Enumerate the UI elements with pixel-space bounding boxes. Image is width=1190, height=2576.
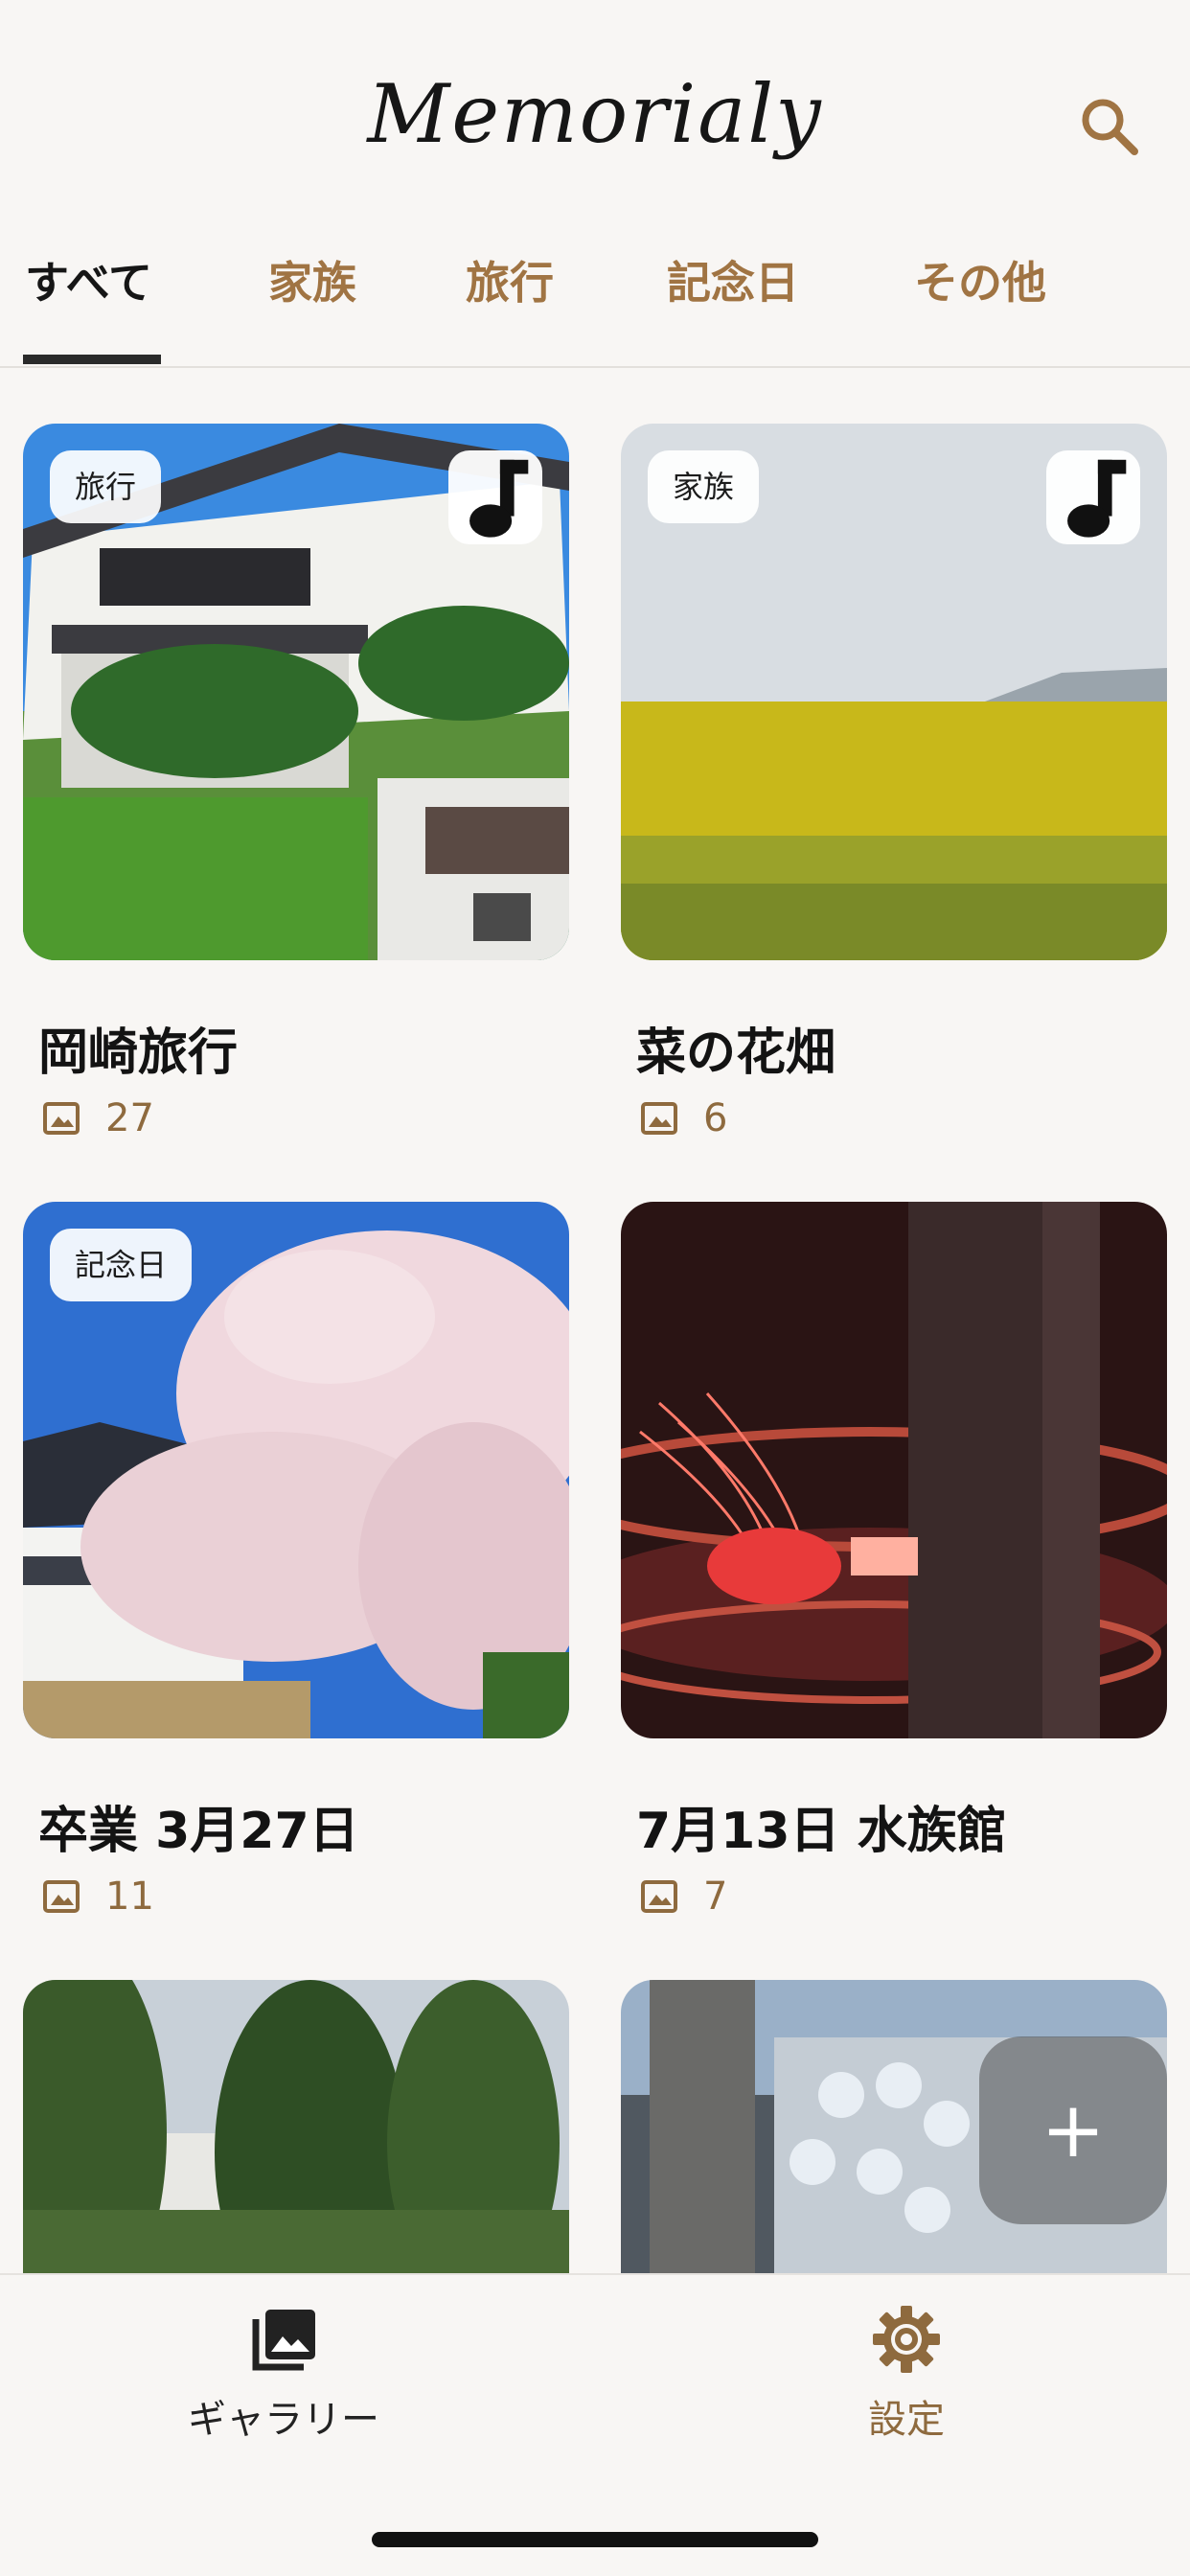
nav-gallery-label: ギャラリー: [188, 2398, 379, 2442]
album-cover-photo[interactable]: 記念日: [23, 1202, 569, 1738]
album-title: 7月13日 水族館: [636, 1803, 1007, 1860]
album-title: 岡崎旅行: [38, 1024, 239, 1082]
image-icon: [641, 1880, 677, 1913]
tab-anniversary[interactable]: 記念日: [667, 249, 799, 355]
category-badge: 旅行: [50, 450, 162, 523]
image-icon: [641, 1102, 677, 1135]
photo-count-value: 7: [703, 1874, 728, 1919]
search-icon: [1082, 99, 1138, 155]
gallery-icon: [252, 2310, 315, 2371]
music-note-icon: [469, 459, 529, 538]
jellyfish-photo: [621, 1202, 1167, 1738]
category-badge: 家族: [648, 450, 760, 523]
active-tab-indicator: [23, 355, 161, 364]
nav-settings-label: 設定: [868, 2398, 945, 2442]
album-cover-photo[interactable]: [23, 1980, 569, 2273]
add-album-button[interactable]: +: [979, 2036, 1167, 2224]
album-grid: 旅行 岡崎旅行 27 家族 菜の花畑 6 記念日 卒業 3月27日 11 7月1…: [0, 370, 1190, 2273]
photo-count: 27: [38, 1094, 154, 1142]
album-card[interactable]: 旅行 岡崎旅行 27: [23, 424, 569, 1152]
photo-count-value: 6: [703, 1096, 728, 1140]
album-cover-photo[interactable]: 旅行: [23, 424, 569, 960]
album-cover-photo[interactable]: [621, 1202, 1167, 1738]
app-header: Memorialy: [0, 0, 1190, 240]
album-card[interactable]: 家族 菜の花畑 6: [621, 424, 1167, 1152]
tab-all[interactable]: すべて: [25, 249, 152, 355]
music-button[interactable]: [448, 450, 542, 544]
album-cover-photo[interactable]: 家族: [621, 424, 1167, 960]
tab-family[interactable]: 家族: [268, 249, 356, 355]
photo-count-value: 27: [105, 1096, 154, 1140]
gear-icon: [873, 2306, 940, 2373]
photo-count: 11: [38, 1873, 154, 1920]
search-button[interactable]: [1075, 92, 1144, 161]
category-tabs: すべて 家族 旅行 記念日 その他: [0, 240, 1190, 368]
album-title: 菜の花畑: [636, 1024, 836, 1082]
album-title: 卒業 3月27日: [38, 1803, 359, 1860]
tab-travel[interactable]: 旅行: [466, 249, 554, 355]
album-card[interactable]: [23, 1980, 569, 2273]
bottom-navigation: ギャラリー 設定: [0, 2273, 1190, 2576]
album-card[interactable]: 記念日 卒業 3月27日 11: [23, 1202, 569, 1930]
category-badge: 記念日: [50, 1229, 193, 1301]
photo-count-value: 11: [105, 1874, 154, 1919]
tab-other[interactable]: その他: [914, 249, 1046, 355]
nav-gallery[interactable]: ギャラリー: [140, 2304, 427, 2444]
music-button[interactable]: [1046, 450, 1140, 544]
album-card[interactable]: 7月13日 水族館 7: [621, 1202, 1167, 1930]
trees-photo: [23, 1980, 569, 2273]
photo-count: 6: [636, 1094, 727, 1142]
home-indicator[interactable]: [372, 2532, 818, 2547]
image-icon: [43, 1880, 80, 1913]
photo-count: 7: [636, 1873, 727, 1920]
app-title: Memorialy: [367, 67, 823, 161]
music-note-icon: [1067, 459, 1127, 538]
nav-settings[interactable]: 設定: [763, 2304, 1050, 2444]
image-icon: [43, 1102, 80, 1135]
plus-icon: +: [1041, 2085, 1106, 2174]
